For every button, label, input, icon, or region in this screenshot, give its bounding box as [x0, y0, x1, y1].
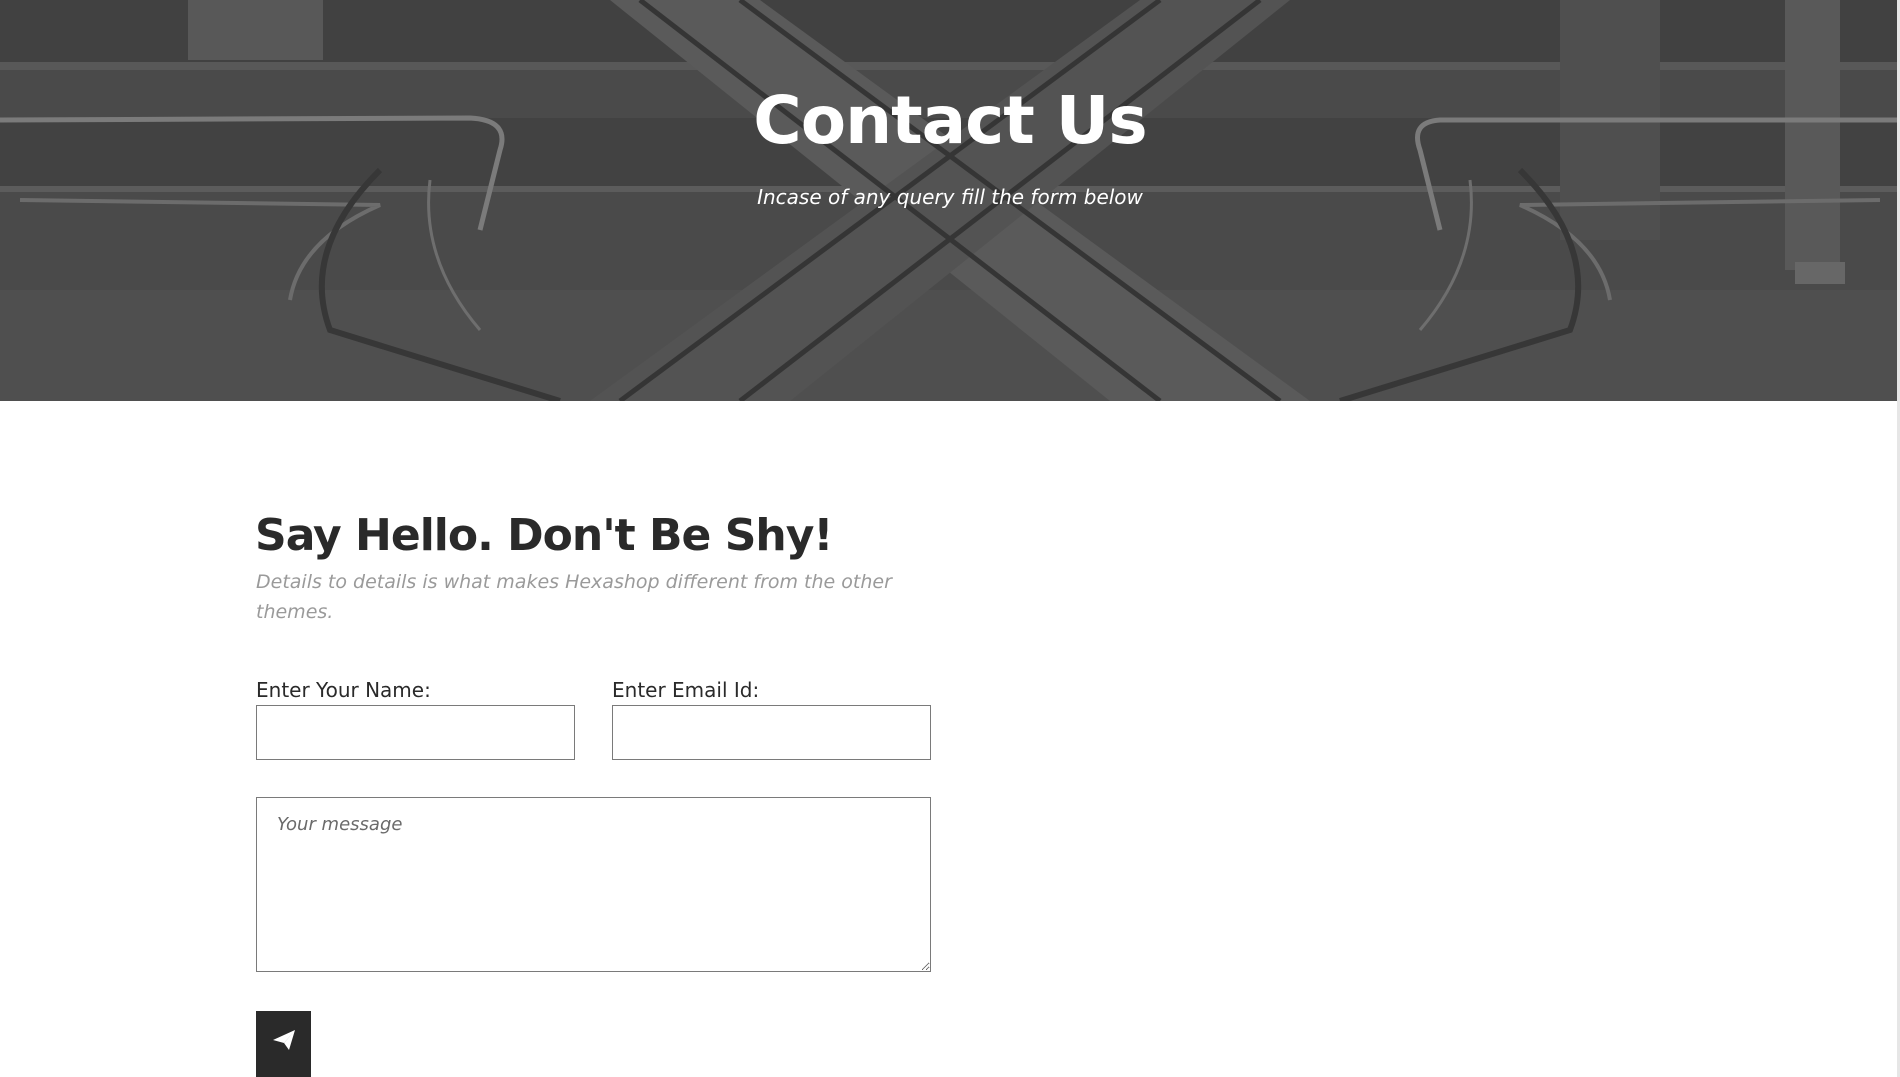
submit-button[interactable] [256, 1011, 311, 1077]
paper-plane-icon [272, 1030, 295, 1050]
name-input[interactable] [256, 705, 575, 760]
page-subtitle: Incase of any query fill the form below [757, 185, 1143, 209]
hero-banner: Contact Us Incase of any query fill the … [0, 0, 1900, 401]
email-input[interactable] [612, 705, 931, 760]
page-title: Contact Us [753, 82, 1147, 159]
section-heading: Say Hello. Don't Be Shy! [255, 510, 833, 561]
email-label: Enter Email Id: [612, 678, 760, 702]
message-textarea[interactable] [256, 797, 931, 972]
contact-page: Contact Us Incase of any query fill the … [0, 0, 1900, 1077]
name-label: Enter Your Name: [256, 678, 431, 702]
section-description: Details to details is what makes Hexasho… [256, 571, 892, 623]
